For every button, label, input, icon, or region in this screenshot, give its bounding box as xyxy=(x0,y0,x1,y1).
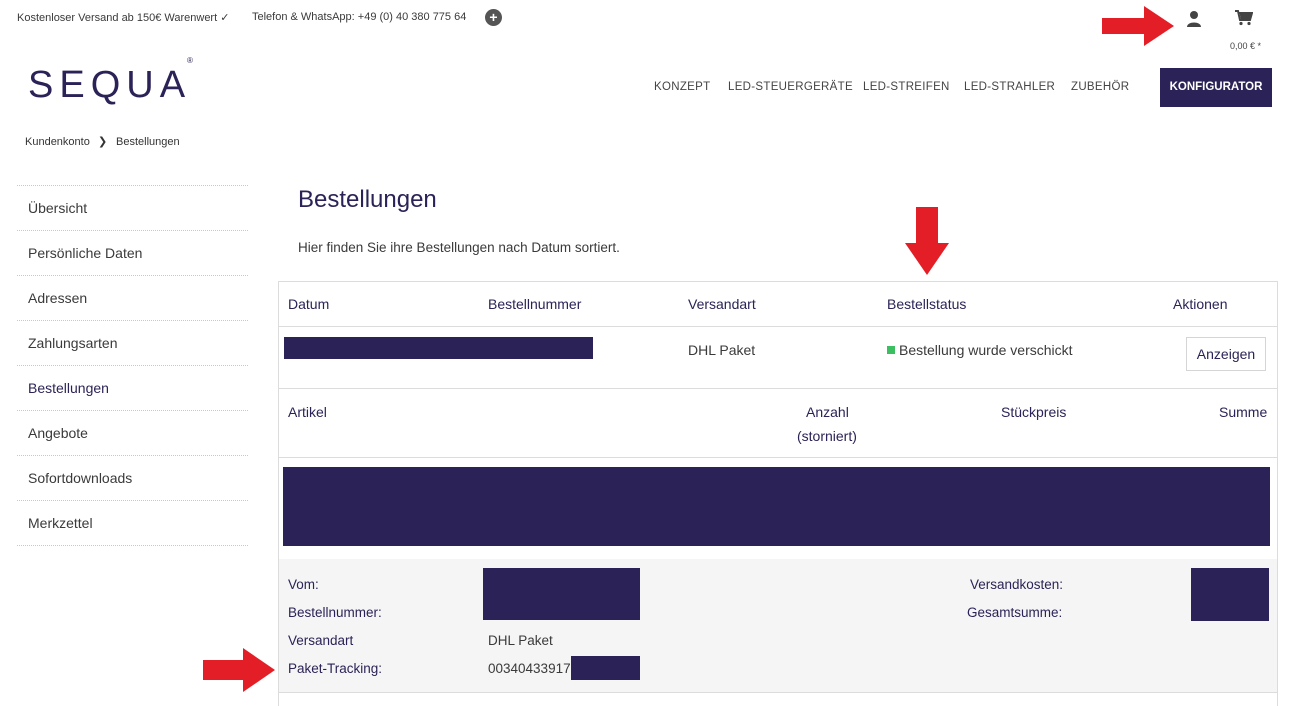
user-account-icon[interactable] xyxy=(1186,10,1202,28)
summary-from-label: Vom: xyxy=(288,577,319,592)
column-header-date: Datum xyxy=(288,296,330,312)
nav-item-led-streifen[interactable]: LED-STREIFEN xyxy=(863,81,950,93)
items-header-quantity: Anzahl xyxy=(806,404,849,420)
sequa-logo[interactable]: SEQUA® xyxy=(28,56,197,107)
divider xyxy=(279,457,1277,458)
shopping-cart-icon[interactable] xyxy=(1235,10,1253,26)
breadcrumb-bestellungen[interactable]: Bestellungen xyxy=(116,136,180,148)
nav-item-led-strahler[interactable]: LED-STRAHLER xyxy=(964,81,1055,93)
nav-item-konzept[interactable]: KONZEPT xyxy=(654,81,710,93)
column-header-actions: Aktionen xyxy=(1173,296,1228,312)
summary-tracking-label: Paket-Tracking: xyxy=(288,661,383,676)
column-header-shipping: Versandart xyxy=(688,296,756,312)
column-header-status: Bestellstatus xyxy=(887,296,967,312)
page-intro: Hier finden Sie ihre Bestellungen nach D… xyxy=(298,240,620,255)
items-header-total: Summe xyxy=(1219,404,1268,420)
tracking-number-link[interactable]: 00340433917 xyxy=(488,661,571,676)
chevron-right-icon: ❯ xyxy=(98,136,108,148)
order-summary: Vom: Bestellnummer: Versandart Paket-Tra… xyxy=(279,559,1277,693)
redacted-article-row xyxy=(283,467,1270,546)
annotation-arrow-right-icon xyxy=(203,648,275,692)
konfigurator-button[interactable]: KONFIGURATOR xyxy=(1160,68,1272,107)
summary-grand-total-label: Gesamtsumme: xyxy=(967,605,1063,620)
items-header-cancelled: (storniert) xyxy=(797,428,857,444)
plus-icon[interactable]: + xyxy=(485,9,502,26)
summary-shipping-cost-label: Versandkosten: xyxy=(970,577,1064,592)
sidebar-item-merkzettel[interactable]: Merkzettel xyxy=(17,501,248,546)
page-title: Bestellungen xyxy=(298,186,437,213)
order-card: Datum Bestellnummer Versandart Bestellst… xyxy=(278,281,1278,706)
free-shipping-notice: Kostenloser Versand ab 150€ Warenwert ✓ xyxy=(17,12,230,24)
annotation-arrow-right-icon xyxy=(1102,6,1174,46)
logo-text: SEQUA xyxy=(28,64,192,106)
breadcrumb-kundenkonto[interactable]: Kundenkonto xyxy=(25,136,90,148)
sidebar-item-persoenliche-daten[interactable]: Persönliche Daten xyxy=(17,231,248,276)
sidebar-item-angebote[interactable]: Angebote xyxy=(17,411,248,456)
summary-shipping-label: Versandart xyxy=(288,633,354,648)
items-header-unit-price: Stückpreis xyxy=(1001,404,1067,420)
items-header-article: Artikel xyxy=(288,404,327,420)
show-order-button[interactable]: Anzeigen xyxy=(1186,337,1266,371)
cart-total[interactable]: 0,00 € * xyxy=(1230,41,1261,51)
sidebar-item-uebersicht[interactable]: Übersicht xyxy=(17,186,248,231)
divider xyxy=(279,388,1277,389)
registered-mark: ® xyxy=(187,56,193,66)
status-indicator-icon xyxy=(887,346,895,354)
order-status-text: Bestellung wurde verschickt xyxy=(899,342,1073,358)
redacted-order-date-number xyxy=(284,337,593,359)
annotation-arrow-down-icon xyxy=(905,207,949,275)
sidebar-item-adressen[interactable]: Adressen xyxy=(17,276,248,321)
order-shipping-method: DHL Paket xyxy=(688,342,756,358)
nav-item-led-steuergeraete[interactable]: LED-STEUERGERÄTE xyxy=(728,81,853,93)
sidebar-item-zahlungsarten[interactable]: Zahlungsarten xyxy=(17,321,248,366)
redacted-totals xyxy=(1191,568,1269,621)
sidebar-item-bestellungen[interactable]: Bestellungen xyxy=(17,366,248,411)
column-header-order-number: Bestellnummer xyxy=(488,296,582,312)
nav-item-zubehoer[interactable]: ZUBEHÖR xyxy=(1071,81,1129,93)
account-sidebar: Übersicht Persönliche Daten Adressen Zah… xyxy=(17,185,248,546)
summary-shipping-value: DHL Paket xyxy=(488,633,553,648)
divider xyxy=(279,326,1277,327)
divider xyxy=(279,692,1277,693)
redacted-tracking-suffix xyxy=(571,656,640,680)
sidebar-item-sofortdownloads[interactable]: Sofortdownloads xyxy=(17,456,248,501)
summary-order-number-label: Bestellnummer: xyxy=(288,605,382,620)
phone-whatsapp-info: Telefon & WhatsApp: +49 (0) 40 380 775 6… xyxy=(252,11,467,23)
redacted-date-order-number xyxy=(483,568,640,620)
order-status: Bestellung wurde verschickt xyxy=(887,342,1073,358)
